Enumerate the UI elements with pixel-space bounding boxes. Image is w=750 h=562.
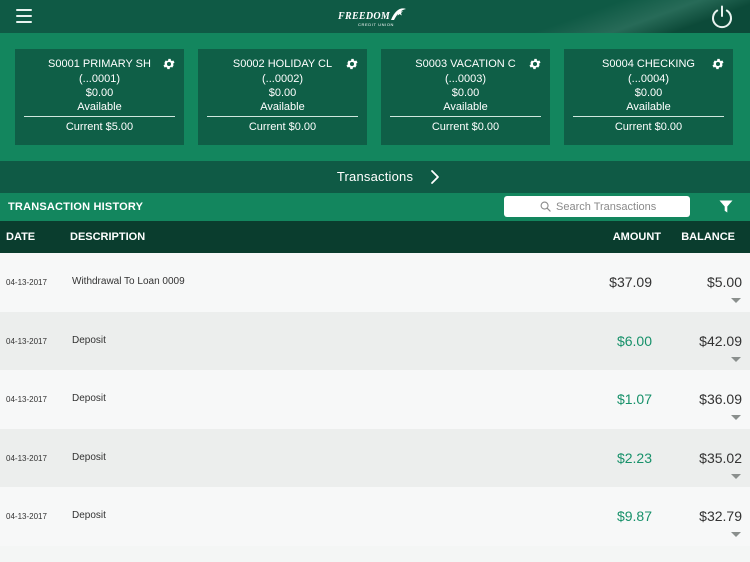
card-divider (207, 116, 358, 117)
transaction-amount: $1.07 (616, 391, 652, 408)
transaction-description: Deposit (72, 334, 106, 346)
transaction-row[interactable]: 04-13-2017 Deposit $9.87 $32.79 (0, 487, 750, 546)
transaction-date: 04-13-2017 (6, 395, 47, 405)
available-label: Available (626, 101, 671, 113)
search-icon (540, 201, 551, 212)
transaction-balance: $5.00 (706, 274, 742, 290)
expand-caret-icon[interactable] (731, 415, 741, 421)
account-number: (...0003) (445, 73, 486, 85)
transaction-amount: $37.09 (609, 274, 652, 290)
column-description[interactable]: DESCRIPTION (70, 231, 145, 243)
search-box[interactable] (504, 196, 690, 217)
current-balance: Current $0.00 (614, 121, 683, 133)
chevron-right-icon[interactable] (430, 169, 440, 185)
transaction-description: Withdrawal To Loan 0009 (72, 276, 185, 287)
transaction-date: 04-13-2017 (6, 512, 47, 522)
expand-caret-icon[interactable] (731, 356, 741, 362)
expand-caret-icon[interactable] (731, 532, 741, 538)
available-balance: $0.00 (85, 87, 114, 99)
power-icon[interactable] (709, 4, 735, 30)
transactions-nav-bar[interactable]: Transactions (0, 161, 750, 193)
account-name: S0001 PRIMARY SH (48, 58, 151, 70)
transaction-date: 04-13-2017 (6, 336, 47, 346)
account-card-s0003[interactable]: S0003 VACATION C (...0003) $0.00 Availab… (381, 49, 550, 145)
available-balance: $0.00 (634, 87, 663, 99)
column-balance[interactable]: BALANCE (681, 231, 735, 243)
account-number: (...0004) (628, 73, 669, 85)
transaction-description: Deposit (72, 451, 106, 463)
account-card-s0001[interactable]: S0001 PRIMARY SH (...0001) $0.00 Availab… (15, 49, 184, 145)
available-balance: $0.00 (451, 87, 480, 99)
available-balance: $0.00 (268, 87, 297, 99)
transaction-description: Deposit (72, 510, 106, 522)
available-label: Available (443, 101, 488, 113)
freedom-logo: FREEDOM CREDIT UNION (338, 6, 412, 28)
transaction-balance: $42.09 (699, 332, 742, 349)
current-balance: Current $5.00 (65, 121, 134, 133)
transaction-amount: $6.00 (616, 332, 652, 349)
transaction-list: 04-13-2017 Withdrawal To Loan 0009 $37.0… (0, 253, 750, 546)
current-balance: Current $0.00 (431, 121, 500, 133)
logo-word: FREEDOM (338, 11, 391, 22)
account-name: S0003 VACATION C (415, 58, 516, 70)
card-divider (24, 116, 175, 117)
transaction-row[interactable]: 04-13-2017 Deposit $6.00 $42.09 (0, 311, 750, 371)
column-amount[interactable]: AMOUNT (613, 231, 661, 243)
transaction-row[interactable]: 04-13-2017 Withdrawal To Loan 0009 $37.0… (0, 253, 750, 312)
account-card-s0002[interactable]: S0002 HOLIDAY CL (...0002) $0.00 Availab… (198, 49, 367, 145)
transaction-row[interactable]: 04-13-2017 Deposit $1.07 $36.09 (0, 370, 750, 429)
transactions-label: Transactions (336, 169, 414, 184)
top-bar: FREEDOM CREDIT UNION (0, 0, 750, 33)
card-divider (390, 116, 541, 117)
history-bar: TRANSACTION HISTORY (0, 193, 750, 221)
transaction-amount: $9.87 (616, 508, 652, 525)
transaction-row[interactable]: 04-13-2017 Deposit $2.23 $35.02 (0, 428, 750, 488)
transaction-balance: $36.09 (699, 391, 742, 408)
available-label: Available (77, 101, 122, 113)
current-balance: Current $0.00 (248, 121, 317, 133)
account-card-s0004[interactable]: S0004 CHECKING (...0004) $0.00 Available… (564, 49, 733, 145)
transaction-date: 04-13-2017 (6, 453, 47, 463)
account-name: S0004 CHECKING (602, 58, 695, 70)
account-number: (...0001) (79, 73, 120, 85)
accounts-band: S0001 PRIMARY SH (...0001) $0.00 Availab… (0, 33, 750, 161)
transaction-balance: $35.02 (699, 449, 742, 466)
history-title: TRANSACTION HISTORY (8, 201, 144, 213)
logo-swoosh-icon (391, 8, 406, 20)
account-number: (...0002) (262, 73, 303, 85)
account-name: S0002 HOLIDAY CL (232, 58, 333, 70)
hamburger-icon[interactable] (16, 9, 32, 23)
transaction-description: Deposit (72, 393, 106, 405)
column-header: DATE DESCRIPTION AMOUNT BALANCE (0, 221, 750, 253)
card-divider (573, 116, 724, 117)
expand-caret-icon[interactable] (731, 298, 741, 303)
transaction-date: 04-13-2017 (6, 278, 47, 287)
logo-subtitle: CREDIT UNION (358, 22, 395, 27)
expand-caret-icon[interactable] (731, 473, 741, 479)
transaction-amount: $2.23 (616, 449, 652, 466)
search-input[interactable] (556, 198, 684, 215)
available-label: Available (260, 101, 305, 113)
column-date[interactable]: DATE (6, 231, 35, 243)
filter-icon[interactable] (719, 200, 733, 213)
transaction-balance: $32.79 (699, 508, 742, 525)
